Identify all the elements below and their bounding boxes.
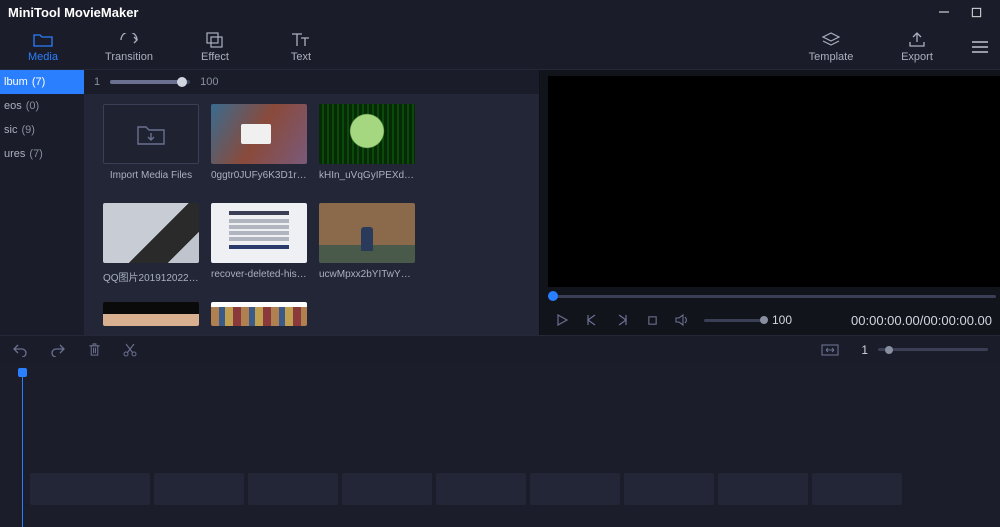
tab-media[interactable]: Media xyxy=(0,27,86,67)
transition-icon xyxy=(118,31,140,49)
prev-frame-button[interactable] xyxy=(584,312,600,328)
media-thumbnail xyxy=(211,203,307,263)
minimize-button[interactable] xyxy=(928,2,960,22)
import-media-button[interactable]: Import Media Files xyxy=(102,104,200,200)
folder-icon xyxy=(33,31,53,49)
category-sidebar: lbum (7) eos (0) sic (9) ures (7) xyxy=(0,70,84,335)
title-bar: MiniTool MovieMaker xyxy=(0,0,1000,24)
tab-text[interactable]: Text xyxy=(258,27,344,67)
sidebar-item-label: eos xyxy=(4,100,22,112)
sidebar-item-pictures[interactable]: ures (7) xyxy=(0,142,84,166)
sidebar-item-count: (0) xyxy=(26,100,39,112)
timecode-display: 00:00:00.00/00:00:00.00 xyxy=(851,313,994,328)
media-item[interactable] xyxy=(210,302,308,335)
menu-button[interactable] xyxy=(960,40,1000,54)
media-thumbnail xyxy=(103,302,199,326)
tab-label: Text xyxy=(291,51,311,63)
tab-transition[interactable]: Transition xyxy=(86,27,172,67)
timeline-clip-slot[interactable] xyxy=(248,473,338,505)
timeline-clip-slot[interactable] xyxy=(154,473,244,505)
media-thumbnail xyxy=(211,302,307,326)
timeline-clip-slot[interactable] xyxy=(342,473,432,505)
media-thumbnail xyxy=(103,203,199,263)
next-frame-button[interactable] xyxy=(614,312,630,328)
media-panel: lbum (7) eos (0) sic (9) ures (7) xyxy=(0,70,540,335)
sidebar-item-label: sic xyxy=(4,124,17,136)
template-icon xyxy=(821,31,841,49)
sidebar-item-count: (7) xyxy=(32,76,45,88)
media-item[interactable]: QQ图片20191202215506 xyxy=(102,203,200,299)
undo-button[interactable] xyxy=(12,343,28,357)
timeline-zoom-value: 1 xyxy=(861,343,868,357)
media-thumbnail xyxy=(319,104,415,164)
export-button[interactable]: Export xyxy=(874,27,960,67)
media-item[interactable] xyxy=(102,302,200,335)
thumbnail-size-slider[interactable] xyxy=(110,80,190,84)
timeline-clip-slot[interactable] xyxy=(718,473,808,505)
media-item[interactable]: kHIn_uVqGyIPEXd6D... xyxy=(318,104,416,200)
preview-panel: 100 00:00:00.00/00:00:00.00 xyxy=(540,70,1000,335)
sidebar-item-count: (7) xyxy=(29,148,42,160)
sidebar-item-album[interactable]: lbum (7) xyxy=(0,70,84,94)
media-item[interactable]: recover-deleted-histor... xyxy=(210,203,308,299)
delete-button[interactable] xyxy=(88,343,101,357)
tab-label: Template xyxy=(809,51,854,63)
export-icon xyxy=(908,31,926,49)
timeline-clip-slot[interactable] xyxy=(812,473,902,505)
text-icon xyxy=(291,31,311,49)
video-preview[interactable] xyxy=(548,76,1000,287)
main-toolbar: Media Transition Effect Text Template Ex… xyxy=(0,24,1000,70)
media-item-label: Import Media Files xyxy=(103,170,199,181)
timeline-clip-slot[interactable] xyxy=(624,473,714,505)
volume-icon[interactable] xyxy=(674,312,690,328)
timeline-zoom-slider[interactable] xyxy=(878,348,988,351)
tab-label: Media xyxy=(28,51,58,63)
thumb-size-min: 1 xyxy=(94,76,100,88)
stop-button[interactable] xyxy=(644,312,660,328)
media-thumbnail xyxy=(211,104,307,164)
thumb-size-max: 100 xyxy=(200,76,218,88)
media-item-label: QQ图片20191202215506 xyxy=(103,269,199,284)
volume-value: 100 xyxy=(772,313,792,327)
sidebar-item-count: (9) xyxy=(21,124,34,136)
sidebar-item-label: ures xyxy=(4,148,25,160)
tab-template[interactable]: Template xyxy=(788,27,874,67)
app-title: MiniTool MovieMaker xyxy=(8,5,139,20)
tab-label: Transition xyxy=(105,51,153,63)
tab-effect[interactable]: Effect xyxy=(172,27,258,67)
media-item-label: recover-deleted-histor... xyxy=(211,269,307,280)
seek-slider[interactable] xyxy=(548,295,996,298)
timeline-clip-slot[interactable] xyxy=(30,473,150,505)
maximize-button[interactable] xyxy=(960,2,992,22)
media-item[interactable]: 0ggtr0JUFy6K3D1r_9aS... xyxy=(210,104,308,200)
sidebar-item-videos[interactable]: eos (0) xyxy=(0,94,84,118)
sidebar-item-music[interactable]: sic (9) xyxy=(0,118,84,142)
effect-icon xyxy=(206,31,224,49)
tab-label: Export xyxy=(901,51,933,63)
redo-button[interactable] xyxy=(50,343,66,357)
timeline-toolbar: 1 xyxy=(0,335,1000,363)
media-item-label: kHIn_uVqGyIPEXd6D... xyxy=(319,170,415,181)
play-button[interactable] xyxy=(554,312,570,328)
media-item[interactable]: ucwMpxx2bYITwY7rZ... xyxy=(318,203,416,299)
split-button[interactable] xyxy=(123,343,137,357)
media-item-label: 0ggtr0JUFy6K3D1r_9aS... xyxy=(211,170,307,181)
timeline-clip-slot[interactable] xyxy=(530,473,620,505)
sidebar-item-label: lbum xyxy=(4,76,28,88)
timeline[interactable] xyxy=(0,363,1000,527)
media-item-label: ucwMpxx2bYITwY7rZ... xyxy=(319,269,415,280)
import-folder-icon xyxy=(136,121,166,147)
volume-slider[interactable] xyxy=(704,319,764,322)
tab-label: Effect xyxy=(201,51,229,63)
media-thumbnail xyxy=(319,203,415,263)
fit-timeline-button[interactable] xyxy=(821,344,839,356)
timeline-clip-slot[interactable] xyxy=(436,473,526,505)
